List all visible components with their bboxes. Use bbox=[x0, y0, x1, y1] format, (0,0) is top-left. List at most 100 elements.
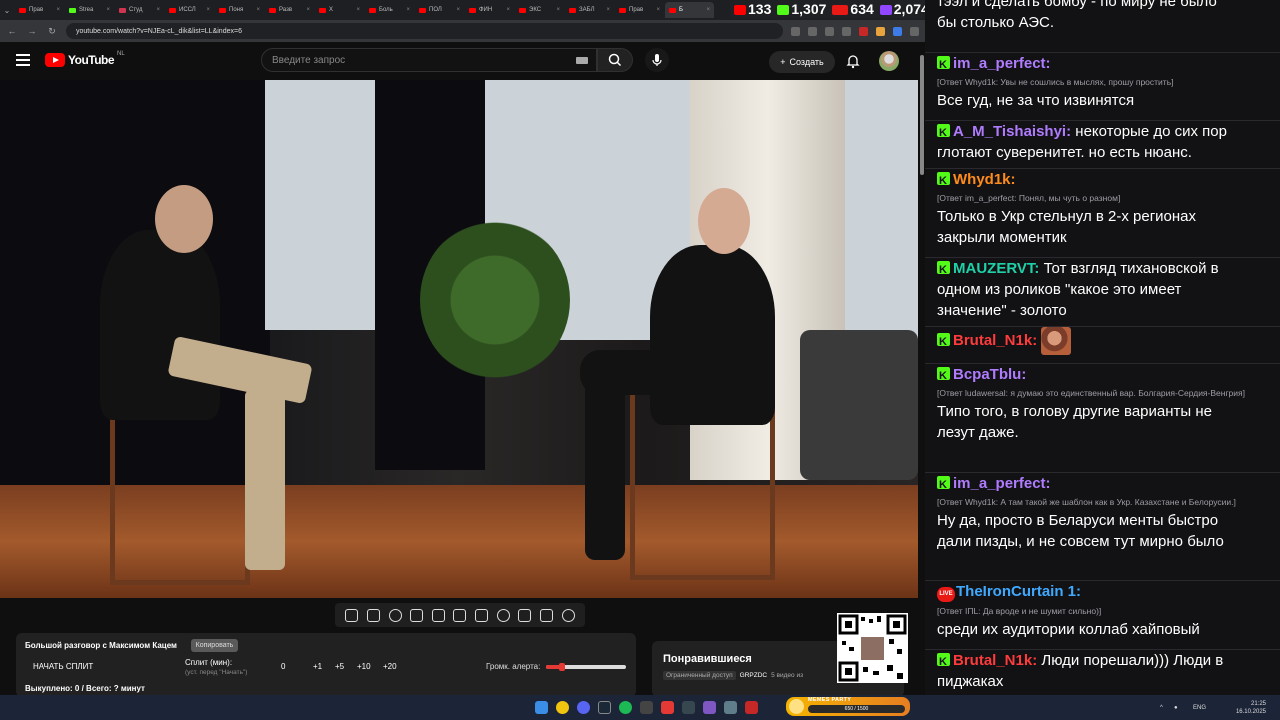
voice-search-button[interactable] bbox=[645, 48, 669, 72]
close-tab-icon[interactable]: × bbox=[656, 7, 660, 13]
playlist-owner[interactable]: GRPZDC bbox=[740, 672, 767, 679]
windows-start-icon[interactable] bbox=[535, 701, 548, 714]
notifications-bell-icon[interactable] bbox=[845, 53, 861, 69]
profile-icon[interactable] bbox=[893, 26, 902, 36]
extension-badge-icon[interactable] bbox=[859, 26, 868, 36]
browser-tab[interactable]: ЭКС × bbox=[515, 2, 564, 18]
browser-tab[interactable]: Х × bbox=[315, 2, 364, 18]
browser-tab[interactable]: ЗАБЛ × bbox=[565, 2, 614, 18]
chat-username[interactable]: BcpaTblu: bbox=[953, 366, 1026, 383]
alert-volume-slider[interactable] bbox=[546, 663, 626, 671]
browser-tab[interactable]: Поня × bbox=[215, 2, 264, 18]
app-icon-gray[interactable] bbox=[682, 701, 695, 714]
sort-icon[interactable] bbox=[366, 608, 380, 622]
close-tab-icon[interactable]: × bbox=[456, 7, 460, 13]
settings-gear-icon[interactable] bbox=[561, 608, 575, 622]
browser-tab[interactable]: Разв × bbox=[265, 2, 314, 18]
share-icon[interactable] bbox=[825, 26, 834, 36]
discord-icon[interactable] bbox=[577, 701, 590, 714]
chat-username[interactable]: im_a_perfect: bbox=[953, 475, 1051, 492]
youtube-favicon-icon bbox=[219, 7, 226, 13]
cast-icon[interactable] bbox=[791, 26, 800, 36]
browser-tab[interactable]: Студ × bbox=[115, 2, 164, 18]
close-tab-icon[interactable]: × bbox=[556, 7, 560, 13]
start-split-button[interactable]: НАЧАТЬ СПЛИТ bbox=[33, 662, 93, 671]
zoom-icon[interactable] bbox=[808, 26, 817, 36]
account-avatar[interactable] bbox=[879, 51, 899, 71]
film-icon[interactable] bbox=[431, 608, 445, 622]
chrome-icon[interactable] bbox=[556, 701, 569, 714]
alert-volume-handle[interactable] bbox=[559, 663, 565, 671]
playlist-icon[interactable] bbox=[410, 608, 424, 622]
playlist-access-badge: Ограниченный доступ bbox=[663, 671, 736, 680]
audio-wave-icon[interactable] bbox=[388, 608, 402, 622]
speed-icon[interactable] bbox=[496, 608, 510, 622]
expand-icon[interactable] bbox=[518, 608, 532, 622]
screenshot-icon[interactable] bbox=[539, 608, 553, 622]
browser-tab[interactable]: Б × bbox=[665, 2, 714, 18]
increment-button-20[interactable]: +20 bbox=[383, 662, 397, 671]
close-tab-icon[interactable]: × bbox=[306, 7, 310, 13]
copy-button[interactable]: Копировать bbox=[191, 639, 238, 652]
close-tab-icon[interactable]: × bbox=[706, 7, 710, 13]
close-tab-icon[interactable]: × bbox=[156, 7, 160, 13]
back-icon[interactable]: ← bbox=[6, 26, 18, 36]
video-player[interactable] bbox=[0, 80, 918, 598]
close-tab-icon[interactable]: × bbox=[56, 7, 60, 13]
theater-icon[interactable] bbox=[475, 608, 489, 622]
menu-dots-icon[interactable] bbox=[910, 26, 919, 36]
close-tab-icon[interactable]: × bbox=[506, 7, 510, 13]
keyboard-icon[interactable] bbox=[576, 57, 588, 64]
close-tab-icon[interactable]: × bbox=[356, 7, 360, 13]
app-icon-purple[interactable] bbox=[703, 701, 716, 714]
increment-button-5[interactable]: +5 bbox=[335, 662, 344, 671]
close-tab-icon[interactable]: × bbox=[206, 7, 210, 13]
tray-chevron-icon[interactable]: ^ bbox=[1160, 705, 1163, 711]
search-input[interactable]: Введите запрос bbox=[261, 48, 597, 72]
chat-username[interactable]: Whyd1k: bbox=[953, 171, 1016, 188]
chat-username[interactable]: Brutal_N1k: bbox=[953, 652, 1037, 669]
chat-username[interactable]: MAUZERVT: bbox=[953, 260, 1039, 277]
page-scrollbar-thumb[interactable] bbox=[920, 55, 924, 175]
browser-tab[interactable]: Прав × bbox=[15, 2, 64, 18]
input-language[interactable]: ENG bbox=[1193, 705, 1206, 711]
search-button[interactable] bbox=[597, 48, 633, 72]
browser-tab[interactable]: ПОЛ × bbox=[415, 2, 464, 18]
chat-username[interactable]: TheIronCurtain 1: bbox=[956, 583, 1081, 600]
chat-username[interactable]: A_M_Tishaishyi: bbox=[953, 123, 1071, 140]
tab-list-chevron-icon[interactable]: ⌄ bbox=[0, 3, 14, 17]
hamburger-menu-icon[interactable] bbox=[16, 54, 30, 66]
create-button[interactable]: + Создать bbox=[769, 51, 835, 73]
picture-in-picture-icon[interactable] bbox=[453, 608, 467, 622]
app-icon-red[interactable] bbox=[661, 701, 674, 714]
increment-button-10[interactable]: +10 bbox=[357, 662, 371, 671]
split-minutes-value[interactable]: 0 bbox=[281, 662, 285, 671]
chat-username[interactable]: Brutal_N1k: bbox=[953, 332, 1037, 349]
loop-icon[interactable] bbox=[345, 608, 359, 622]
browser-tab[interactable]: ФИН × bbox=[465, 2, 514, 18]
bookmark-star-icon[interactable] bbox=[842, 26, 851, 36]
close-tab-icon[interactable]: × bbox=[256, 7, 260, 13]
steam-icon[interactable] bbox=[598, 701, 611, 714]
microphone-tray-icon[interactable]: ● bbox=[1174, 705, 1178, 711]
app-icon-slate[interactable] bbox=[724, 701, 737, 714]
youtube-logo[interactable]: YouTube NL bbox=[45, 51, 125, 67]
browser-tab[interactable]: ИССЛ × bbox=[165, 2, 214, 18]
browser-tab[interactable]: Боль × bbox=[365, 2, 414, 18]
chat-username[interactable]: im_a_perfect: bbox=[953, 55, 1051, 72]
spotify-icon[interactable] bbox=[619, 701, 632, 714]
url-field[interactable]: youtube.com/watch?v=NJEa-cL_dik&list=LL&… bbox=[66, 23, 783, 39]
close-tab-icon[interactable]: × bbox=[406, 7, 410, 13]
close-tab-icon[interactable]: × bbox=[106, 7, 110, 13]
increment-button-1[interactable]: +1 bbox=[313, 662, 322, 671]
reload-icon[interactable]: ↻ bbox=[46, 26, 58, 37]
browser-tab[interactable]: Прав × bbox=[615, 2, 664, 18]
playlist-title[interactable]: Понравившиеся bbox=[663, 653, 752, 665]
forward-icon[interactable]: → bbox=[26, 26, 38, 36]
app-icon-crimson[interactable] bbox=[745, 701, 758, 714]
browser-tab[interactable]: Strea × bbox=[65, 2, 114, 18]
extension-icon[interactable] bbox=[876, 26, 885, 36]
clock[interactable]: 21:25 16.10.2025 bbox=[1226, 700, 1266, 716]
obs-icon[interactable] bbox=[640, 701, 653, 714]
close-tab-icon[interactable]: × bbox=[606, 7, 610, 13]
